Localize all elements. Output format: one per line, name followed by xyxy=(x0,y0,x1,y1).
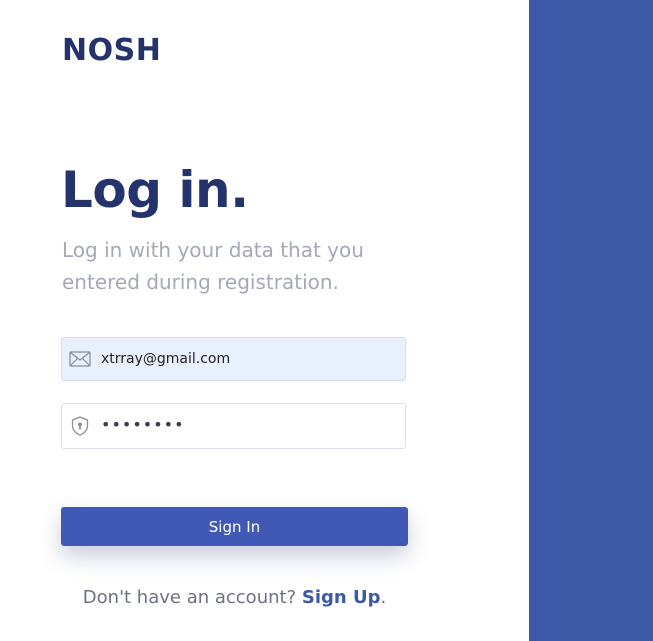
signup-prompt: Don't have an account? Sign Up. xyxy=(61,586,408,610)
password-input[interactable]: •••••••• xyxy=(101,415,391,437)
shield-lock-icon xyxy=(69,416,91,436)
decorative-side-panel xyxy=(529,0,653,641)
page-title: Log in. xyxy=(61,161,249,219)
email-input[interactable] xyxy=(101,348,391,370)
page-subtitle: Log in with your data that you entered d… xyxy=(62,238,364,294)
password-field[interactable]: •••••••• xyxy=(61,403,406,449)
email-field[interactable] xyxy=(61,337,406,381)
signup-prompt-text: Don't have an account? xyxy=(82,587,297,608)
sign-up-link[interactable]: Sign Up xyxy=(302,587,381,608)
sign-in-button[interactable]: Sign In xyxy=(61,507,408,546)
envelope-icon xyxy=(69,349,91,369)
brand-logo[interactable]: NOSH xyxy=(62,33,161,69)
login-panel: NOSH Log in. Log in with your data that … xyxy=(0,0,529,641)
signup-trailing-period: . xyxy=(380,587,387,608)
